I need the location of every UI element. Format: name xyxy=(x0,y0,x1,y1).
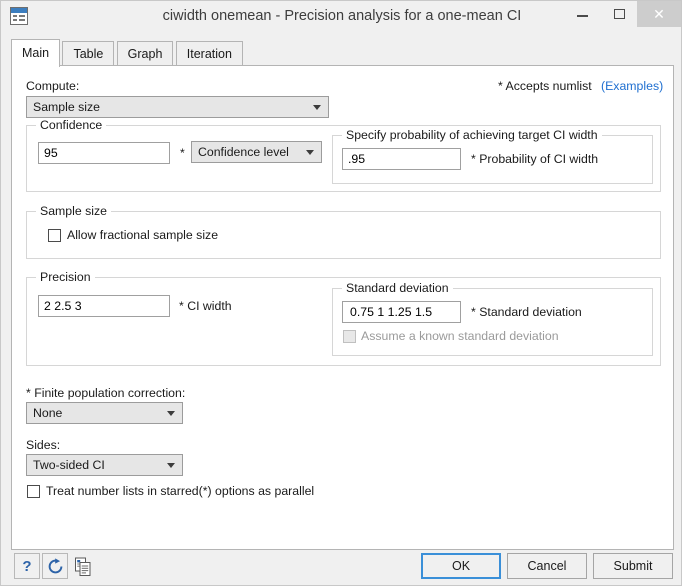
reset-button[interactable] xyxy=(42,553,68,579)
tab-graph-label: Graph xyxy=(127,47,163,61)
fpc-dropdown-value: None xyxy=(33,406,63,420)
numlist-note: * Accepts numlist xyxy=(498,79,592,93)
tab-main[interactable]: Main xyxy=(11,39,61,67)
allow-fractional-label: Allow fractional sample size xyxy=(67,228,219,242)
compute-label: Compute: xyxy=(26,79,80,93)
probability-group: Specify probability of achieving target … xyxy=(332,128,653,184)
probability-group-title: Specify probability of achieving target … xyxy=(342,128,602,142)
chevron-down-icon xyxy=(313,105,321,110)
tab-strip: Main Table Graph Iteration xyxy=(11,39,243,67)
tab-iteration[interactable]: Iteration xyxy=(175,41,243,66)
examples-link[interactable]: (Examples) xyxy=(601,79,663,93)
known-sd-checkbox xyxy=(343,330,356,343)
ci-width-label: * CI width xyxy=(179,299,232,313)
tab-table-label: Table xyxy=(73,47,104,61)
tab-table[interactable]: Table xyxy=(62,41,115,66)
fpc-dropdown[interactable]: None xyxy=(26,402,183,424)
probability-ci-width-input[interactable] xyxy=(342,148,461,170)
ci-width-input[interactable] xyxy=(38,295,170,317)
close-button[interactable]: ✕ xyxy=(637,1,681,27)
tab-graph[interactable]: Graph xyxy=(116,41,174,66)
parallel-label: Treat number lists in starred(*) options… xyxy=(46,484,315,498)
close-icon: ✕ xyxy=(653,5,665,22)
chevron-down-icon xyxy=(167,411,175,416)
help-icon: ? xyxy=(22,557,32,575)
dialog-window: ciwidth onemean - Precision analysis for… xyxy=(0,0,682,586)
cancel-button[interactable]: Cancel xyxy=(507,553,587,579)
confidence-group: Confidence * Confidence level Specify pr… xyxy=(26,118,661,192)
minimize-button[interactable] xyxy=(564,1,601,27)
compute-dropdown[interactable]: Sample size xyxy=(26,96,329,118)
ok-button[interactable]: OK xyxy=(421,553,501,579)
standard-deviation-group: Standard deviation * Standard deviation … xyxy=(332,281,653,356)
tab-iteration-label: Iteration xyxy=(186,47,232,61)
sample-size-group: Sample size Allow fractional sample size xyxy=(26,204,661,259)
copy-icon xyxy=(71,554,95,578)
allow-fractional-checkbox[interactable] xyxy=(48,229,61,242)
confidence-type-dropdown[interactable]: Confidence level xyxy=(191,141,322,163)
precision-group-title: Precision xyxy=(36,270,95,284)
probability-ci-width-label: * Probability of CI width xyxy=(471,152,599,166)
standard-deviation-input[interactable] xyxy=(342,301,461,323)
sides-dropdown[interactable]: Two-sided CI xyxy=(26,454,183,476)
fpc-label: * Finite population correction: xyxy=(26,386,186,400)
compute-dropdown-value: Sample size xyxy=(33,100,100,114)
title-bar: ciwidth onemean - Precision analysis for… xyxy=(1,1,681,31)
precision-group: Precision * CI width Standard deviation … xyxy=(26,270,661,366)
confidence-star: * xyxy=(180,146,185,160)
help-button[interactable]: ? xyxy=(14,553,40,579)
main-tab-panel: Compute: Sample size * Accepts numlist (… xyxy=(11,65,674,550)
maximize-button[interactable] xyxy=(601,1,638,27)
tab-main-label: Main xyxy=(22,46,50,60)
confidence-group-title: Confidence xyxy=(36,118,107,132)
sample-size-group-title: Sample size xyxy=(36,204,111,218)
submit-button[interactable]: Submit xyxy=(593,553,673,579)
confidence-level-input[interactable] xyxy=(38,142,170,164)
parallel-checkbox[interactable] xyxy=(27,485,40,498)
confidence-type-value: Confidence level xyxy=(198,145,289,159)
sides-dropdown-value: Two-sided CI xyxy=(33,458,105,472)
copy-button[interactable] xyxy=(70,553,96,579)
known-sd-label: Assume a known standard deviation xyxy=(361,329,559,343)
chevron-down-icon xyxy=(306,150,314,155)
chevron-down-icon xyxy=(167,463,175,468)
standard-deviation-label: * Standard deviation xyxy=(471,305,582,319)
sides-label: Sides: xyxy=(26,438,61,452)
reset-icon xyxy=(43,554,67,578)
standard-deviation-group-title: Standard deviation xyxy=(342,281,453,295)
